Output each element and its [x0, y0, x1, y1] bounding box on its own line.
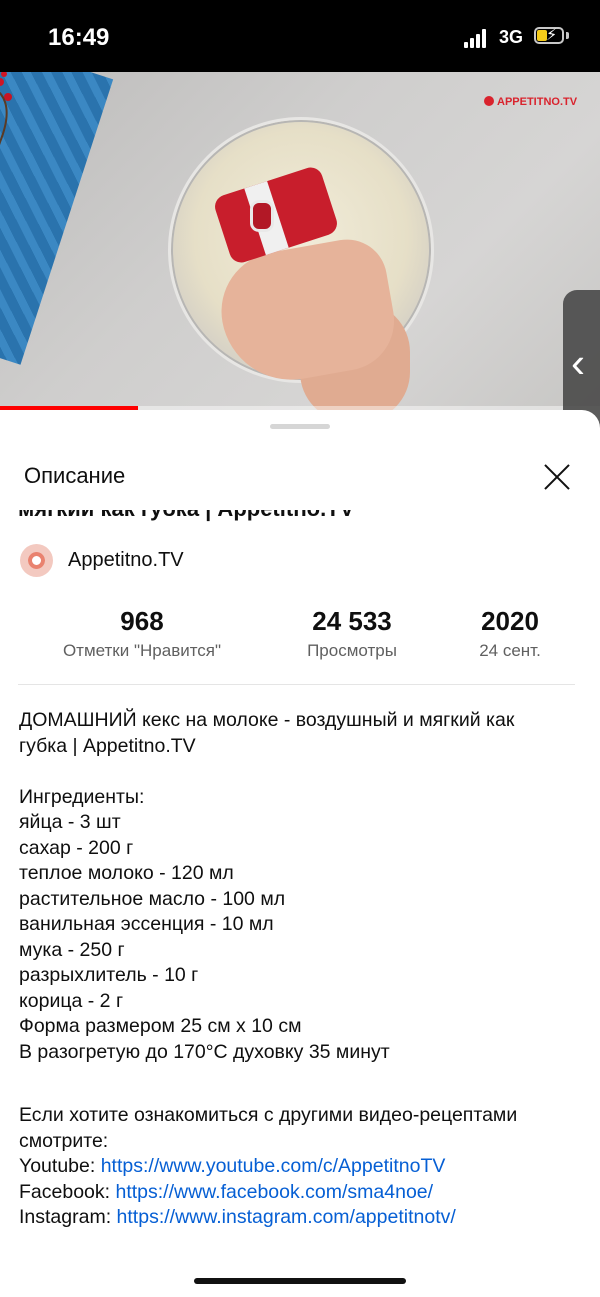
likes-stat: 968 Отметки "Нравится" — [62, 606, 222, 660]
channel-avatar[interactable] — [20, 544, 53, 577]
description-text: ДОМАШНИЙ кекс на молоке - воздушный и мя… — [19, 708, 585, 1231]
video-player[interactable]: APPETITNO.TV — [0, 72, 600, 410]
more-recipes-line: смотрите: — [19, 1129, 109, 1152]
youtube-link-row: Youtube: https://www.youtube.com/c/Appet… — [19, 1155, 446, 1177]
more-recipes-line: Если хотите ознакомиться с другими видео… — [19, 1104, 518, 1126]
ingredient-line: теплое молоко - 120 мл — [19, 862, 234, 884]
instagram-link[interactable]: https://www.instagram.com/appetitnotv/ — [117, 1206, 456, 1228]
status-time: 16:49 — [48, 24, 110, 51]
description-title-line: ДОМАШНИЙ кекс на молоке - воздушный и мя… — [19, 709, 515, 731]
sheet-title: Описание — [24, 463, 126, 488]
ingredients-header: Ингредиенты: — [19, 785, 145, 808]
mixer-button-image — [250, 200, 274, 232]
ingredient-line: В разогретую до 170°С духовку 35 минут — [19, 1040, 390, 1063]
sheet-drag-handle[interactable] — [270, 424, 330, 429]
description-title-line: губка | Appetitno.TV — [19, 734, 196, 757]
description-sheet: Описание мягкий как губка | Appetitno.TV… — [0, 410, 600, 1297]
chevron-left-icon: ‹ — [571, 339, 585, 386]
ingredient-line: разрыхлитель - 10 г — [19, 964, 199, 986]
ingredient-line: корица - 2 г — [19, 989, 124, 1012]
facebook-link-row: Facebook: https://www.facebook.com/sma4n… — [19, 1180, 434, 1203]
battery-tip — [566, 32, 569, 39]
ingredient-line: яйца - 3 шт — [19, 811, 121, 833]
berry-wreath-image — [0, 72, 12, 146]
channel-watermark: APPETITNO.TV — [484, 96, 577, 108]
battery-icon: ⚡ — [534, 27, 564, 44]
divider — [18, 684, 575, 685]
ingredient-line: ванильная эссенция - 10 мл — [19, 913, 274, 935]
facebook-link[interactable]: https://www.facebook.com/sma4noe/ — [115, 1181, 433, 1203]
views-stat: 24 533 Просмотры — [307, 606, 397, 660]
channel-name[interactable]: Appetitno.TV — [68, 549, 184, 572]
close-icon[interactable] — [537, 456, 577, 496]
date-stat: 2020 24 сент. — [479, 606, 541, 660]
instagram-link-row: Instagram: https://www.instagram.com/app… — [19, 1206, 456, 1228]
youtube-link[interactable]: https://www.youtube.com/c/AppetitnoTV — [101, 1155, 446, 1177]
ingredient-line: сахар - 200 г — [19, 836, 134, 859]
ingredient-line: растительное масло - 100 мл — [19, 887, 286, 910]
status-bar: 16:49 3G ⚡ — [0, 0, 600, 72]
video-title-clip: мягкий как губка | Appetitno.TV — [0, 510, 600, 530]
signal-strength-icon — [464, 28, 490, 48]
network-type: 3G — [499, 27, 524, 47]
ingredient-line: Форма размером 25 см х 10 см — [19, 1015, 302, 1037]
home-indicator[interactable] — [194, 1278, 406, 1284]
ingredient-line: мука - 250 г — [19, 938, 125, 961]
video-title: мягкий как губка | Appetitno.TV — [18, 510, 354, 522]
